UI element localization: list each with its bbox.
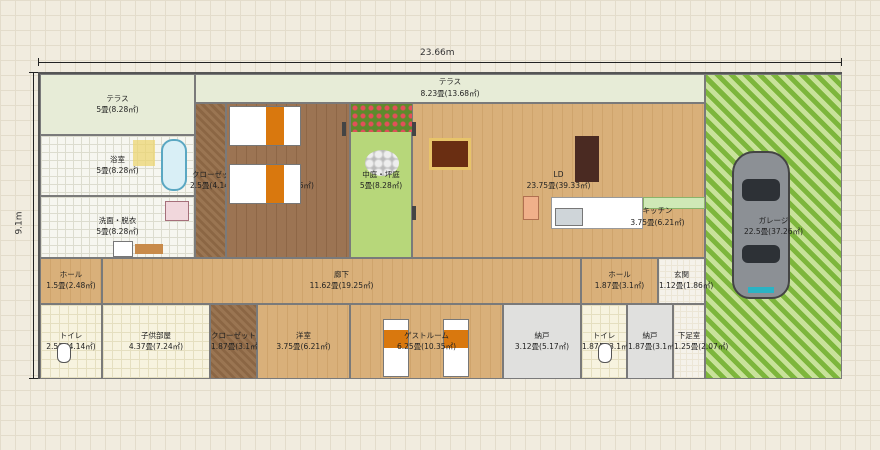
room-terrace-top[interactable]: テラス 8.23畳(13.68㎡) bbox=[195, 74, 705, 103]
door-icon bbox=[342, 122, 346, 136]
room-kids[interactable]: 子供部屋 4.37畳(7.24㎡) bbox=[102, 304, 210, 379]
room-bath[interactable]: 浴室 5畳(8.28㎡) bbox=[40, 135, 195, 196]
bed-icon bbox=[229, 106, 301, 146]
room-area: 23.75畳(39.33㎡) bbox=[526, 180, 591, 190]
bathtub-icon bbox=[161, 139, 187, 191]
width-dimension-line bbox=[38, 62, 842, 63]
room-area: 1.5畳(2.48㎡) bbox=[46, 281, 96, 290]
toilet-icon bbox=[598, 343, 612, 363]
room-name: ゲストルーム bbox=[404, 330, 449, 340]
room-name: 子供部屋 bbox=[141, 330, 171, 340]
rug-icon bbox=[429, 138, 471, 170]
room-area: 5畳(8.28㎡) bbox=[96, 104, 139, 114]
room-name: ホール bbox=[608, 270, 631, 279]
height-dimension-tick-top bbox=[29, 72, 38, 73]
room-area: 1.12畳(1.86㎡) bbox=[659, 281, 714, 290]
room-terrace-left[interactable]: テラス 5畳(8.28㎡) bbox=[40, 74, 195, 135]
room-name: LD bbox=[553, 169, 564, 179]
room-area: 2.5畳(4.14㎡) bbox=[46, 341, 96, 351]
room-name: クローゼット bbox=[211, 330, 256, 340]
room-closet-2[interactable]: クローゼット 1.87畳(3.1㎡) bbox=[210, 304, 261, 379]
room-hall-right[interactable]: ホール 1.87畳(3.1㎡) bbox=[581, 258, 658, 304]
room-area: 4.37畳(7.24㎡) bbox=[128, 341, 184, 351]
room-area: 1.87畳(3.1㎡) bbox=[628, 341, 678, 351]
room-toilet-2[interactable]: トイレ 1.87畳(3.1㎡) bbox=[581, 304, 631, 379]
room-name: テラス bbox=[106, 93, 129, 103]
room-shoe-closet[interactable]: 下足室 1.25畳(2.07㎡) bbox=[673, 304, 729, 379]
room-corridor[interactable]: 廊下 11.62畳(19.25㎡) bbox=[102, 258, 581, 304]
sink-icon bbox=[113, 241, 133, 257]
floor-plan: テラス 5畳(8.28㎡) テラス 8.23畳(13.68㎡) 浴室 5畳(8.… bbox=[38, 72, 842, 379]
room-area: 3.12畳(5.17㎡) bbox=[514, 341, 570, 351]
cooktop-icon bbox=[555, 208, 583, 226]
room-storage-1[interactable]: 納戸 3.12畳(5.17㎡) bbox=[503, 304, 581, 379]
cabinet-icon bbox=[135, 244, 163, 254]
room-entrance[interactable]: 玄関 1.12畳(1.86㎡) bbox=[658, 258, 714, 304]
room-name: トイレ bbox=[59, 330, 83, 340]
room-area: 3.75畳(6.21㎡) bbox=[276, 341, 331, 351]
room-area: 3.75畳(6.21㎡) bbox=[630, 218, 685, 227]
width-dimension-label: 23.66m bbox=[420, 48, 455, 58]
room-area: 5畳(8.28㎡) bbox=[96, 227, 139, 236]
room-area: 22.5畳(37.26㎡) bbox=[743, 226, 804, 236]
width-dimension-tick-left bbox=[38, 58, 39, 66]
bath-mat-icon bbox=[133, 140, 155, 166]
room-name: 洋室 bbox=[296, 330, 311, 340]
room-area: 1.25畳(2.07㎡) bbox=[674, 341, 729, 351]
room-name: 廊下 bbox=[334, 270, 349, 279]
room-name: テラス bbox=[438, 77, 462, 86]
room-name: 中庭・坪庭 bbox=[362, 169, 400, 179]
room-guest[interactable]: ゲストルーム 6.25畳(10.35㎡) bbox=[350, 304, 503, 379]
toilet-icon bbox=[57, 343, 71, 363]
room-area: 5畳(8.28㎡) bbox=[359, 180, 403, 190]
door-icon bbox=[412, 122, 416, 136]
room-garage[interactable]: ガレージ 22.5畳(37.26㎡) bbox=[705, 74, 842, 379]
room-hall-left[interactable]: ホール 1.5畳(2.48㎡) bbox=[40, 258, 102, 304]
room-name: ホール bbox=[59, 270, 83, 279]
room-name: 下足室 bbox=[677, 330, 701, 340]
room-bedroom[interactable]: 寝室 10畳(16.56㎡) bbox=[226, 103, 350, 258]
height-dimension-label: 9.1m bbox=[14, 211, 25, 235]
bed-icon bbox=[229, 164, 301, 204]
room-area: 6.25畳(10.35㎡) bbox=[396, 341, 457, 351]
washing-machine-icon bbox=[165, 201, 189, 221]
room-name: キッチン bbox=[642, 206, 673, 215]
room-storage-2[interactable]: 納戸 1.87畳(3.1㎡) bbox=[627, 304, 678, 379]
room-area: 1.87畳(3.1㎡) bbox=[594, 281, 645, 290]
chair-icon bbox=[523, 196, 539, 220]
dining-table-icon bbox=[575, 136, 599, 182]
width-dimension-tick-right bbox=[841, 58, 842, 66]
room-name: ガレージ bbox=[758, 215, 789, 225]
flower-bed-icon bbox=[351, 104, 413, 132]
door-icon bbox=[412, 206, 416, 220]
room-name: トイレ bbox=[592, 330, 616, 340]
room-western[interactable]: 洋室 3.75畳(6.21㎡) bbox=[257, 304, 350, 379]
room-name: 納戸 bbox=[642, 330, 658, 340]
room-area: 11.62畳(19.25㎡) bbox=[309, 281, 374, 290]
room-kitchen[interactable]: キッチン 3.75畳(6.21㎡) bbox=[610, 198, 705, 238]
room-area: 1.87畳(3.1㎡) bbox=[211, 341, 261, 351]
room-closet-1[interactable]: クローゼット 2.5畳(4.14㎡) bbox=[190, 103, 239, 258]
room-washroom[interactable]: 洗面・脱衣 5畳(8.28㎡) bbox=[40, 196, 195, 258]
room-courtyard[interactable]: 中庭・坪庭 5畳(8.28㎡) bbox=[350, 103, 413, 258]
room-toilet-1[interactable]: トイレ 2.5畳(4.14㎡) bbox=[40, 304, 102, 379]
room-area: 8.23畳(13.68㎡) bbox=[420, 89, 480, 98]
room-name: 納戸 bbox=[534, 330, 550, 340]
room-name: 玄関 bbox=[674, 270, 689, 279]
height-dimension-tick-bottom bbox=[29, 378, 38, 379]
height-dimension-line bbox=[33, 72, 34, 379]
